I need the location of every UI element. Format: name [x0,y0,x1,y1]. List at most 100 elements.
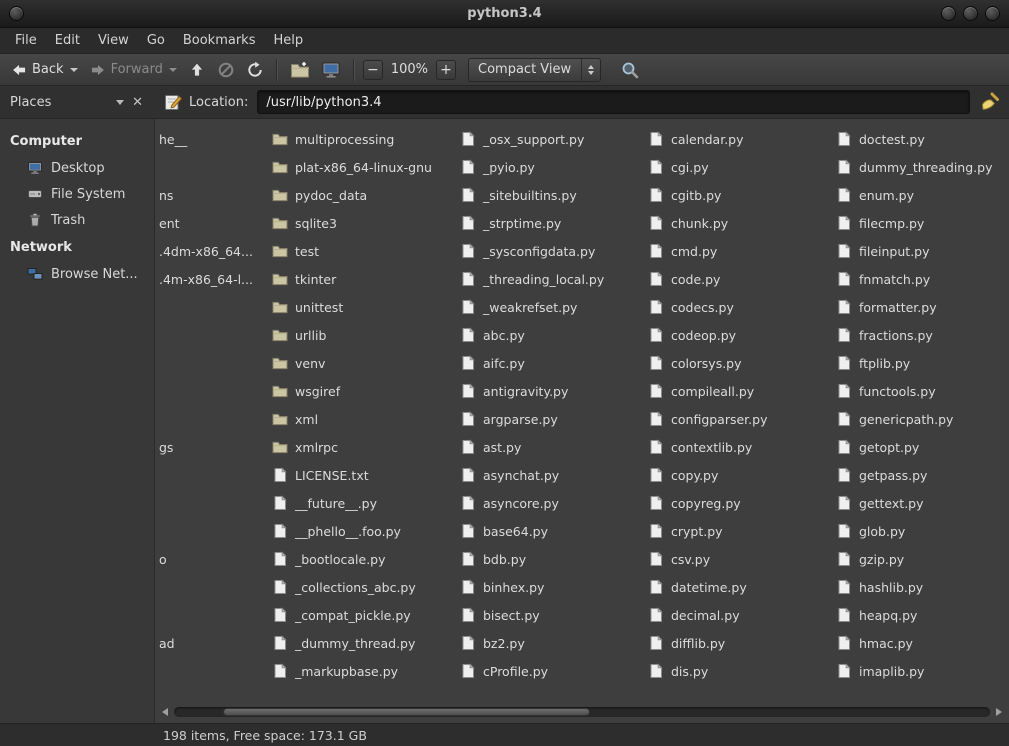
file-item[interactable]: getpass.py [832,461,1009,489]
file-item[interactable]: filecmp.py [832,209,1009,237]
file-item[interactable]: difflib.py [644,629,832,657]
file-item[interactable]: hmac.py [832,629,1009,657]
file-item[interactable]: __future__.py [268,489,456,517]
file-item[interactable]: _weakrefset.py [456,293,644,321]
file-item[interactable]: imaplib.py [832,657,1009,685]
file-item[interactable]: aifc.py [456,349,644,377]
up-button[interactable] [184,58,210,82]
file-item[interactable]: dummy_threading.py [832,153,1009,181]
sidebar-item-trash[interactable]: Trash [0,207,154,233]
file-item[interactable]: fnmatch.py [832,265,1009,293]
file-item[interactable]: xmlrpc [268,433,456,461]
file-item-clipped[interactable]: .4m-x86_64-l... [155,265,268,293]
forward-button[interactable]: Forward [85,58,181,82]
file-item[interactable]: _bootlocale.py [268,545,456,573]
show-desktop-button[interactable] [317,57,345,83]
places-panel-header[interactable]: Places ✕ [0,95,155,110]
file-item[interactable]: base64.py [456,517,644,545]
file-item[interactable]: abc.py [456,321,644,349]
file-item[interactable]: sqlite3 [268,209,456,237]
menu-edit[interactable]: Edit [46,30,89,51]
back-button[interactable]: Back [6,58,82,82]
file-item[interactable]: cmd.py [644,237,832,265]
file-item[interactable]: bz2.py [456,629,644,657]
file-item[interactable]: contextlib.py [644,433,832,461]
file-item-clipped[interactable]: .4dm-x86_64... [155,237,268,265]
file-item[interactable]: hashlib.py [832,573,1009,601]
file-item[interactable]: pydoc_data [268,181,456,209]
file-item[interactable]: fractions.py [832,321,1009,349]
file-item[interactable]: bisect.py [456,601,644,629]
file-item[interactable]: LICENSE.txt [268,461,456,489]
file-item[interactable]: _sysconfigdata.py [456,237,644,265]
stop-button[interactable] [213,58,239,82]
view-mode-spinner-icon[interactable] [581,59,600,81]
file-item[interactable]: genericpath.py [832,405,1009,433]
file-item[interactable]: __phello__.foo.py [268,517,456,545]
file-item[interactable]: decimal.py [644,601,832,629]
sidebar-item-browse-net[interactable]: Browse Net... [0,261,154,287]
location-input[interactable] [257,90,970,114]
file-item[interactable]: getopt.py [832,433,1009,461]
file-item[interactable]: _strptime.py [456,209,644,237]
file-item[interactable]: cgitb.py [644,181,832,209]
new-tab-folder-button[interactable] [286,57,314,83]
file-item[interactable]: formatter.py [832,293,1009,321]
horizontal-scrollbar[interactable] [158,704,1006,720]
file-item[interactable]: antigravity.py [456,377,644,405]
maximize-button[interactable] [963,6,978,21]
file-item[interactable]: gettext.py [832,489,1009,517]
file-item[interactable]: _pyio.py [456,153,644,181]
search-button[interactable] [616,57,644,83]
file-item[interactable]: asynchat.py [456,461,644,489]
file-item[interactable]: multiprocessing [268,125,456,153]
file-item[interactable]: code.py [644,265,832,293]
file-item[interactable]: _markupbase.py [268,657,456,685]
edit-path-button[interactable] [163,92,183,112]
menu-bookmarks[interactable]: Bookmarks [174,30,265,51]
file-item[interactable]: urllib [268,321,456,349]
file-item[interactable]: binhex.py [456,573,644,601]
reload-button[interactable] [242,58,268,82]
places-close-icon[interactable]: ✕ [132,96,143,109]
file-item[interactable]: codecs.py [644,293,832,321]
file-item[interactable]: tkinter [268,265,456,293]
sidebar-item-file-system[interactable]: File System [0,181,154,207]
file-item[interactable]: wsgiref [268,377,456,405]
file-item[interactable]: glob.py [832,517,1009,545]
file-item-clipped[interactable]: ent [155,209,268,237]
file-item[interactable]: datetime.py [644,573,832,601]
file-item[interactable]: _dummy_thread.py [268,629,456,657]
places-dropdown-caret-icon[interactable] [116,100,124,105]
file-item[interactable]: codeop.py [644,321,832,349]
file-item[interactable]: _compat_pickle.py [268,601,456,629]
file-item-clipped[interactable]: ad [155,629,268,657]
scroll-left-arrow-icon[interactable] [158,708,172,716]
zoom-in-button[interactable]: + [436,60,456,80]
scrollbar-trough[interactable] [174,707,990,717]
file-item[interactable]: colorsys.py [644,349,832,377]
file-item[interactable]: doctest.py [832,125,1009,153]
file-item[interactable]: venv [268,349,456,377]
file-item[interactable]: gzip.py [832,545,1009,573]
file-item[interactable]: cProfile.py [456,657,644,685]
file-item[interactable]: crypt.py [644,517,832,545]
file-item[interactable]: ast.py [456,433,644,461]
back-history-caret-icon[interactable] [70,68,78,72]
file-item[interactable]: _osx_support.py [456,125,644,153]
file-item-clipped[interactable]: o [155,545,268,573]
view-mode-select[interactable]: Compact View [468,58,601,82]
file-item-clipped[interactable]: he__ [155,125,268,153]
file-item[interactable]: plat-x86_64-linux-gnu [268,153,456,181]
file-item[interactable]: dis.py [644,657,832,685]
zoom-out-button[interactable]: − [363,60,383,80]
file-item[interactable]: xml [268,405,456,433]
clear-path-button[interactable] [978,92,1000,112]
file-item-clipped[interactable]: ns [155,181,268,209]
menu-go[interactable]: Go [138,30,174,51]
file-item[interactable]: enum.py [832,181,1009,209]
file-item[interactable]: _threading_local.py [456,265,644,293]
file-item[interactable]: copy.py [644,461,832,489]
file-item[interactable]: _collections_abc.py [268,573,456,601]
file-item[interactable]: argparse.py [456,405,644,433]
